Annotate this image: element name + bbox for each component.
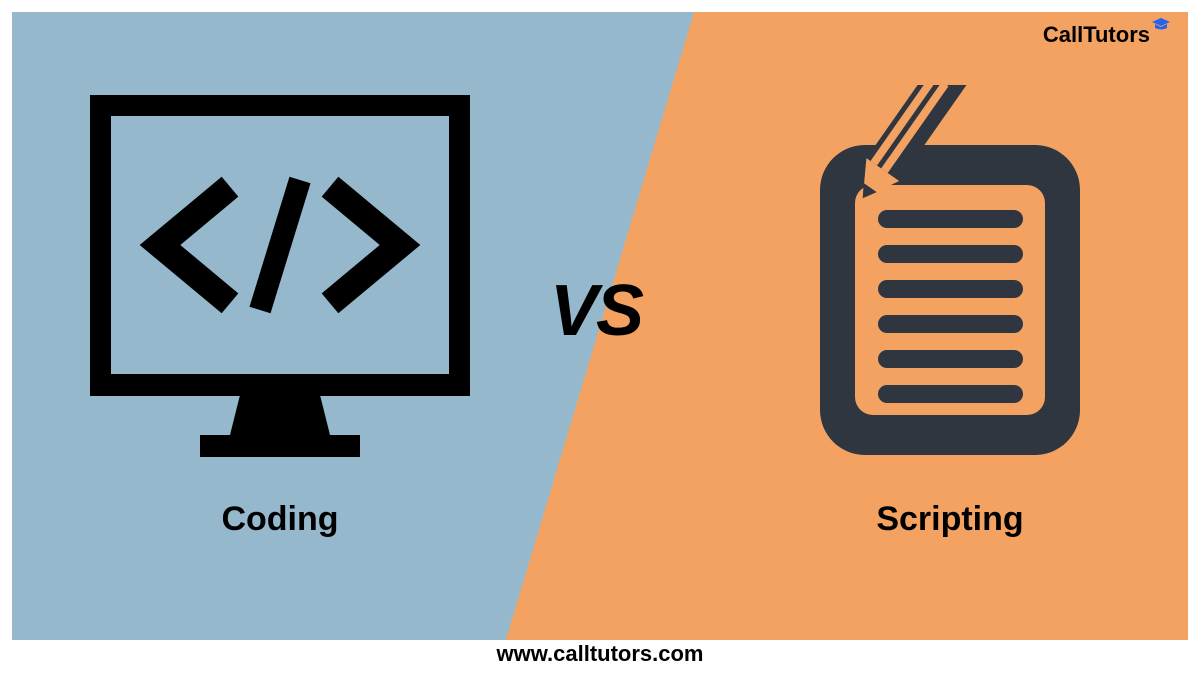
left-label: Coding <box>90 500 470 539</box>
brand-logo: CallTutors <box>1043 22 1170 48</box>
notepad-pencil-icon <box>790 85 1100 465</box>
brand-text: CallTutors <box>1043 22 1150 48</box>
footer-url: www.calltutors.com <box>0 641 1200 667</box>
right-label: Scripting <box>780 500 1120 539</box>
vs-text: VS <box>550 270 642 352</box>
comparison-graphic: CallTutors Coding <box>0 0 1200 675</box>
code-monitor-icon <box>90 95 470 475</box>
graduation-cap-icon <box>1152 18 1170 35</box>
